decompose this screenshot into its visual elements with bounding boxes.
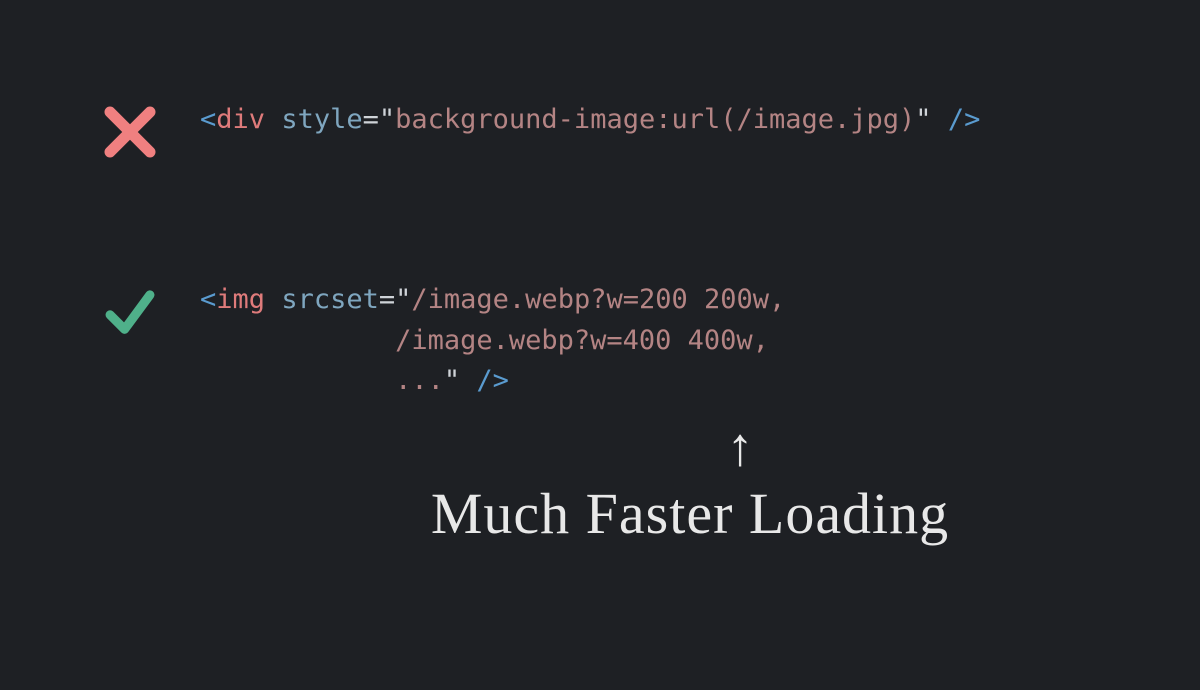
check-icon — [60, 280, 200, 342]
caption-text: Much Faster Loading — [290, 480, 1090, 547]
arrow-up-icon: ↑ — [340, 420, 1140, 474]
good-attr-name: srcset — [281, 284, 379, 315]
bad-tag-name: div — [216, 104, 265, 135]
bad-attr-name: style — [281, 104, 362, 135]
cross-icon — [60, 100, 200, 164]
good-attr-value-line1: /image.webp?w=200 200w, — [411, 284, 785, 315]
bad-example-row: <div style="background-image:url(/image.… — [60, 100, 980, 164]
bad-attr-value: background-image:url(/image.jpg) — [395, 104, 915, 135]
good-attr-value-line3: ... — [200, 365, 444, 396]
bad-open-bracket: < — [200, 104, 216, 135]
annotation: ↑ Much Faster Loading — [290, 420, 1090, 547]
good-code-block: <img srcset="/image.webp?w=200 200w, /im… — [200, 280, 785, 402]
good-example-row: <img srcset="/image.webp?w=200 200w, /im… — [60, 280, 785, 402]
good-open-bracket: < — [200, 284, 216, 315]
good-close-bracket: /> — [460, 365, 509, 396]
bad-close-bracket: /> — [932, 104, 981, 135]
good-tag-name: img — [216, 284, 265, 315]
good-attr-value-line2: /image.webp?w=400 400w, — [200, 325, 769, 356]
bad-code-block: <div style="background-image:url(/image.… — [200, 100, 980, 141]
